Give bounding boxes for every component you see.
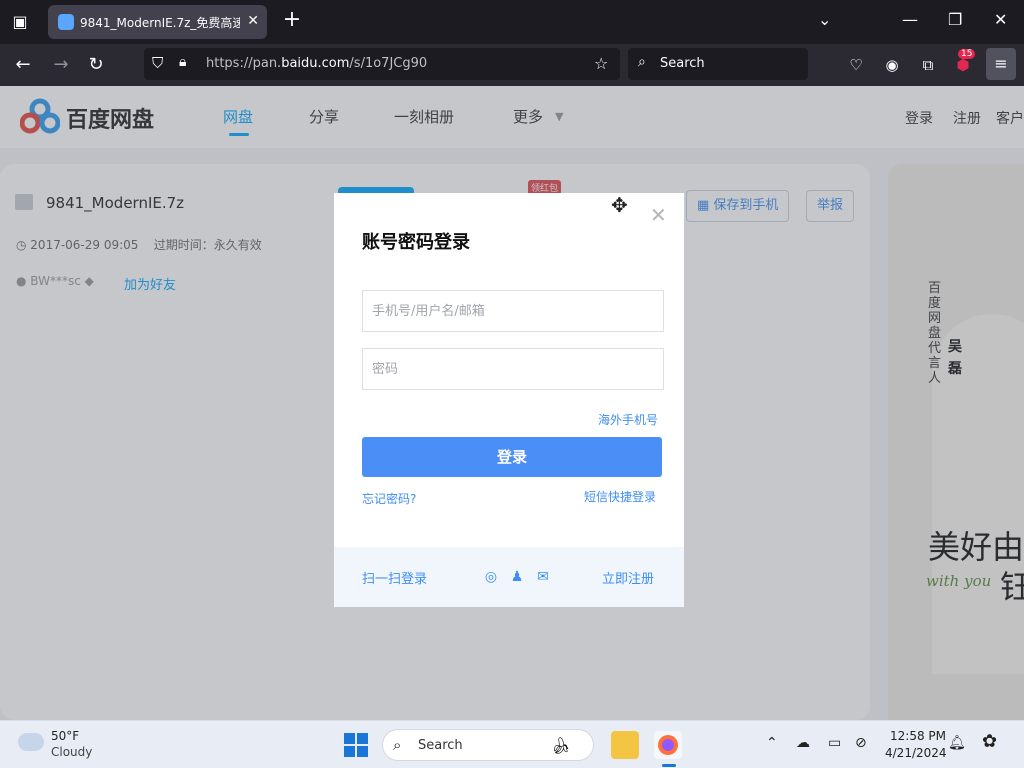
baidu-pan-favicon-icon	[58, 14, 74, 30]
reload-icon[interactable]: ↻	[85, 54, 107, 76]
display-icon[interactable]: ▭	[828, 735, 841, 751]
clock-date[interactable]: 4/21/2024	[885, 746, 947, 760]
tab-list-icon[interactable]: ▣	[8, 10, 32, 34]
active-app-indicator	[662, 764, 676, 767]
url-text[interactable]: https://pan.baidu.com/s/1o7JCg90	[206, 56, 427, 71]
firefox-icon[interactable]	[654, 731, 682, 759]
login-footer: 扫一扫登录 ◎ ♟ ✉ 立即注册	[334, 547, 684, 607]
cloud-icon[interactable]	[18, 733, 44, 751]
search-icon: ⌕	[393, 736, 402, 754]
minimize-icon[interactable]: —	[902, 10, 918, 29]
close-icon[interactable]: ✕	[650, 203, 667, 227]
taskbar-search[interactable]: ⌕ Search 🍌︎	[382, 729, 594, 761]
scan-login-link[interactable]: 扫一扫登录	[362, 568, 427, 587]
search-highlight-icon: 🍌︎	[551, 736, 572, 755]
browser-tab-bar: ▣ 9841_ModernIE.7z_免费高速下载 ✕ + ⌄ — ❐ ✕	[0, 0, 1024, 44]
login-button[interactable]: 登录	[362, 437, 662, 477]
file-explorer-icon[interactable]	[611, 731, 639, 759]
close-window-icon[interactable]: ✕	[994, 10, 1007, 29]
extensions-icon[interactable]: ⧉	[919, 56, 937, 74]
search-bar[interactable]: ⌕ Search	[628, 48, 808, 80]
overseas-phone-link[interactable]: 海外手机号	[598, 411, 658, 428]
tab-close-icon[interactable]: ✕	[247, 13, 259, 29]
shield-icon[interactable]: ⛉	[152, 54, 163, 72]
forward-icon[interactable]: →	[50, 54, 72, 76]
wechat-icon[interactable]: ✉	[534, 568, 552, 586]
new-tab-icon[interactable]: +	[280, 8, 304, 32]
copilot-icon[interactable]: ✿	[982, 731, 997, 752]
pocket-icon[interactable]: ♡	[847, 56, 865, 74]
onedrive-icon[interactable]: ☁	[796, 735, 810, 751]
start-menu-icon[interactable]	[344, 733, 368, 757]
search-placeholder: Search	[660, 56, 705, 71]
menu-icon[interactable]: ≡	[986, 48, 1016, 80]
notification-icon[interactable]: 🔔︎	[948, 735, 966, 751]
login-dialog: ✕ 账号密码登录 海外手机号 登录 忘记密码? 短信快捷登录 扫一扫登录 ◎ ♟…	[334, 193, 684, 607]
weather-condition[interactable]: Cloudy	[51, 745, 92, 759]
account-icon[interactable]: ◉	[883, 56, 901, 74]
move-cursor-icon: ✥	[611, 193, 628, 217]
sms-login-link[interactable]: 短信快捷登录	[584, 488, 656, 505]
clock-time[interactable]: 12:58 PM	[890, 729, 946, 743]
lock-icon[interactable]: 🔒︎	[179, 54, 186, 70]
qq-icon[interactable]: ♟	[508, 568, 526, 586]
taskbar: 50°F Cloudy ⌕ Search 🍌︎ ⌃ ☁ ▭ ⊘ 12:58 PM…	[0, 720, 1024, 768]
extension-badge: 15	[958, 49, 976, 59]
weibo-icon[interactable]: ◎	[482, 568, 500, 586]
browser-nav-bar: ← → ↻ ⛉ 🔒︎ https://pan.baidu.com/s/1o7JC…	[0, 44, 1024, 86]
register-link[interactable]: 立即注册	[602, 568, 654, 587]
maximize-icon[interactable]: ❐	[948, 10, 962, 29]
browser-tab[interactable]: 9841_ModernIE.7z_免费高速下载 ✕	[48, 5, 267, 39]
login-title: 账号密码登录	[362, 232, 470, 253]
chevron-up-icon[interactable]: ⌃	[766, 735, 778, 751]
network-icon[interactable]: ⊘	[855, 735, 867, 751]
weather-temp[interactable]: 50°F	[51, 729, 79, 743]
bookmark-star-icon[interactable]: ☆	[594, 54, 608, 73]
forgot-password-link[interactable]: 忘记密码?	[362, 490, 416, 507]
back-icon[interactable]: ←	[12, 54, 34, 76]
username-input[interactable]	[362, 290, 664, 332]
taskbar-search-label: Search	[418, 738, 463, 753]
password-input[interactable]	[362, 348, 664, 390]
chevron-down-icon[interactable]: ⌄	[818, 10, 831, 29]
url-bar[interactable]: ⛉ 🔒︎ https://pan.baidu.com/s/1o7JCg90 ☆	[144, 48, 620, 80]
tab-title: 9841_ModernIE.7z_免费高速下载	[80, 16, 240, 30]
search-icon: ⌕	[638, 54, 646, 70]
